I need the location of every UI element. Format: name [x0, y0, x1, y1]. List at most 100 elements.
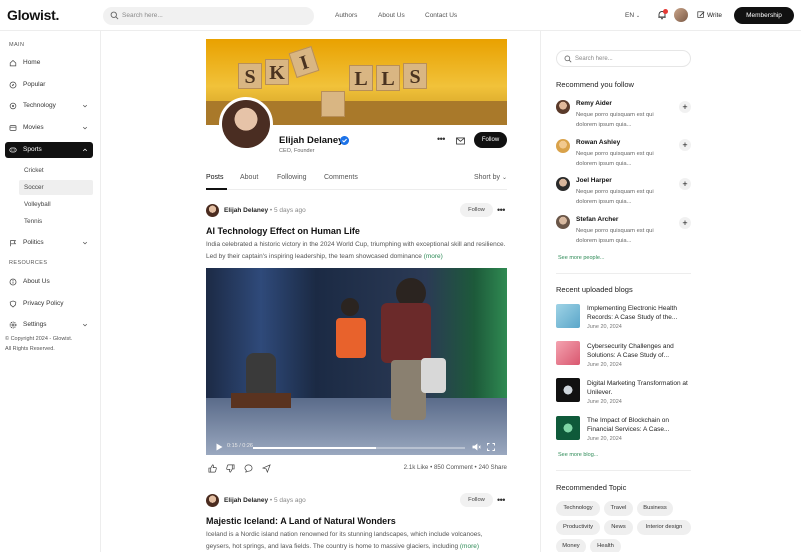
post-author[interactable]: Elijah Delaney • 5 days ago [224, 207, 306, 214]
film-icon [9, 125, 17, 131]
video-person [421, 358, 446, 393]
dislike-icon[interactable] [226, 464, 235, 473]
sidebar-item-about-us[interactable]: About Us [5, 274, 93, 290]
avatar[interactable] [556, 215, 570, 229]
sidebar-subitem-cricket[interactable]: Cricket [19, 163, 93, 178]
write-button[interactable]: Write [697, 11, 722, 21]
blog-thumbnail[interactable] [556, 304, 580, 328]
nav-authors[interactable]: Authors [335, 12, 357, 19]
post-title[interactable]: AI Technology Effect on Human Life [206, 226, 360, 236]
read-more-link[interactable]: (more) [460, 543, 479, 550]
video-person [381, 303, 431, 363]
topic-chip[interactable]: News [604, 520, 633, 535]
banner-letter-block: L [349, 65, 373, 91]
sort-label: Short by [473, 174, 501, 181]
section-title-main: MAIN [9, 42, 25, 48]
fullscreen-icon[interactable] [487, 443, 495, 451]
sidebar-subitem-soccer[interactable]: Soccer [19, 180, 93, 195]
topic-chip[interactable]: Business [637, 501, 673, 516]
follow-button[interactable]: Follow [474, 132, 507, 148]
tab-posts[interactable]: Posts [206, 174, 224, 181]
follow-plus-button[interactable]: + [679, 178, 691, 190]
top-header: Glowist. Search here... Authors About Us… [0, 0, 801, 31]
blog-title[interactable]: The Impact of Blockchain on Financial Se… [587, 416, 692, 434]
play-icon[interactable] [216, 443, 223, 451]
video-seek-bar[interactable] [253, 447, 465, 449]
blog-thumbnail[interactable] [556, 378, 580, 402]
blog-title[interactable]: Cybersecurity Challenges and Solutions: … [587, 342, 692, 360]
avatar[interactable] [674, 8, 688, 22]
search-icon [564, 55, 572, 63]
recommend-name[interactable]: Stefan Archer [576, 216, 618, 223]
post-video[interactable]: 0:15 / 0:26 [206, 268, 507, 455]
see-more-blogs-link[interactable]: See more blog... [558, 452, 598, 458]
sort-dropdown[interactable]: Short by ⌄ [474, 174, 507, 181]
sidebar-item-technology[interactable]: Technology [5, 98, 93, 114]
post-follow-button[interactable]: Follow [460, 493, 493, 507]
topic-chip[interactable]: Travel [604, 501, 633, 516]
comment-icon[interactable] [244, 464, 253, 473]
post-author-avatar[interactable] [206, 204, 219, 217]
sidebar-item-settings[interactable]: Settings [5, 317, 93, 333]
avatar[interactable] [556, 100, 570, 114]
blog-thumbnail[interactable] [556, 341, 580, 365]
share-icon[interactable] [262, 464, 271, 473]
sidebar-item-movies[interactable]: Movies [5, 120, 93, 136]
plus-icon: + [682, 179, 688, 189]
post-more-icon[interactable]: ••• [497, 495, 505, 505]
recommend-name[interactable]: Joel Harper [576, 177, 612, 184]
active-tab-indicator [206, 188, 227, 190]
sidebar-item-politics[interactable]: Politics [5, 235, 93, 251]
tab-about[interactable]: About [240, 174, 258, 181]
read-more-link[interactable]: (more) [424, 253, 443, 260]
search-input[interactable]: Search here... [103, 7, 314, 25]
post-follow-button[interactable]: Follow [460, 203, 493, 217]
sidebar-subitem-tennis[interactable]: Tennis [19, 214, 93, 229]
see-more-people-link[interactable]: See more people... [558, 255, 604, 261]
language-selector[interactable]: EN ⌄ [625, 12, 640, 19]
recommend-name[interactable]: Rowan Ashley [576, 139, 620, 146]
search-input[interactable]: Search here... [556, 50, 691, 67]
post-author-avatar[interactable] [206, 494, 219, 507]
blog-title[interactable]: Digital Marketing Transformation at Unil… [587, 379, 692, 397]
sidebar-item-home[interactable]: Home [5, 55, 93, 71]
avatar[interactable] [556, 177, 570, 191]
blog-date: June 20, 2024 [587, 362, 622, 368]
nav-contact-us[interactable]: Contact Us [425, 12, 457, 19]
sidebar-item-sports[interactable]: Sports [5, 142, 93, 158]
home-icon [9, 59, 17, 67]
volume-mute-icon[interactable] [472, 443, 481, 451]
tab-comments[interactable]: Comments [324, 174, 358, 181]
logo[interactable]: Glowist. [7, 7, 59, 23]
blog-thumbnail[interactable] [556, 416, 580, 440]
recommend-name[interactable]: Remy Aider [576, 100, 612, 107]
tab-following[interactable]: Following [277, 174, 307, 181]
follow-plus-button[interactable]: + [679, 101, 691, 113]
post-author[interactable]: Elijah Delaney • 5 days ago [224, 497, 306, 504]
more-options-icon[interactable]: ••• [437, 134, 445, 144]
banner-letter-block: L [376, 65, 400, 91]
sidebar-item-privacy-policy[interactable]: Privacy Policy [5, 296, 93, 312]
recommend-desc: Neque porro quisquam est qui dolorem ips… [576, 189, 654, 205]
follow-plus-button[interactable]: + [679, 139, 691, 151]
avatar[interactable] [556, 139, 570, 153]
follow-plus-button[interactable]: + [679, 217, 691, 229]
topic-chip[interactable]: Health [590, 539, 621, 552]
mail-icon[interactable] [456, 137, 465, 145]
sidebar-item-popular[interactable]: Popular [5, 77, 93, 93]
membership-button[interactable]: Membership [734, 7, 794, 24]
sidebar-subitem-volleyball[interactable]: Volleyball [19, 197, 93, 212]
post-title[interactable]: Majestic Iceland: A Land of Natural Wond… [206, 516, 396, 526]
video-figurine [246, 353, 276, 398]
like-icon[interactable] [208, 464, 217, 473]
topic-chip[interactable]: Money [556, 539, 586, 552]
video-person [341, 298, 359, 316]
topic-chip[interactable]: Productivity [556, 520, 600, 535]
post-more-icon[interactable]: ••• [497, 205, 505, 215]
topic-chip[interactable]: Interior design [637, 520, 691, 535]
verified-badge-icon [340, 136, 349, 145]
divider [556, 470, 691, 471]
blog-title[interactable]: Implementing Electronic Health Records: … [587, 304, 692, 322]
nav-about-us[interactable]: About Us [378, 12, 405, 19]
topic-chip[interactable]: Technology [556, 501, 600, 516]
